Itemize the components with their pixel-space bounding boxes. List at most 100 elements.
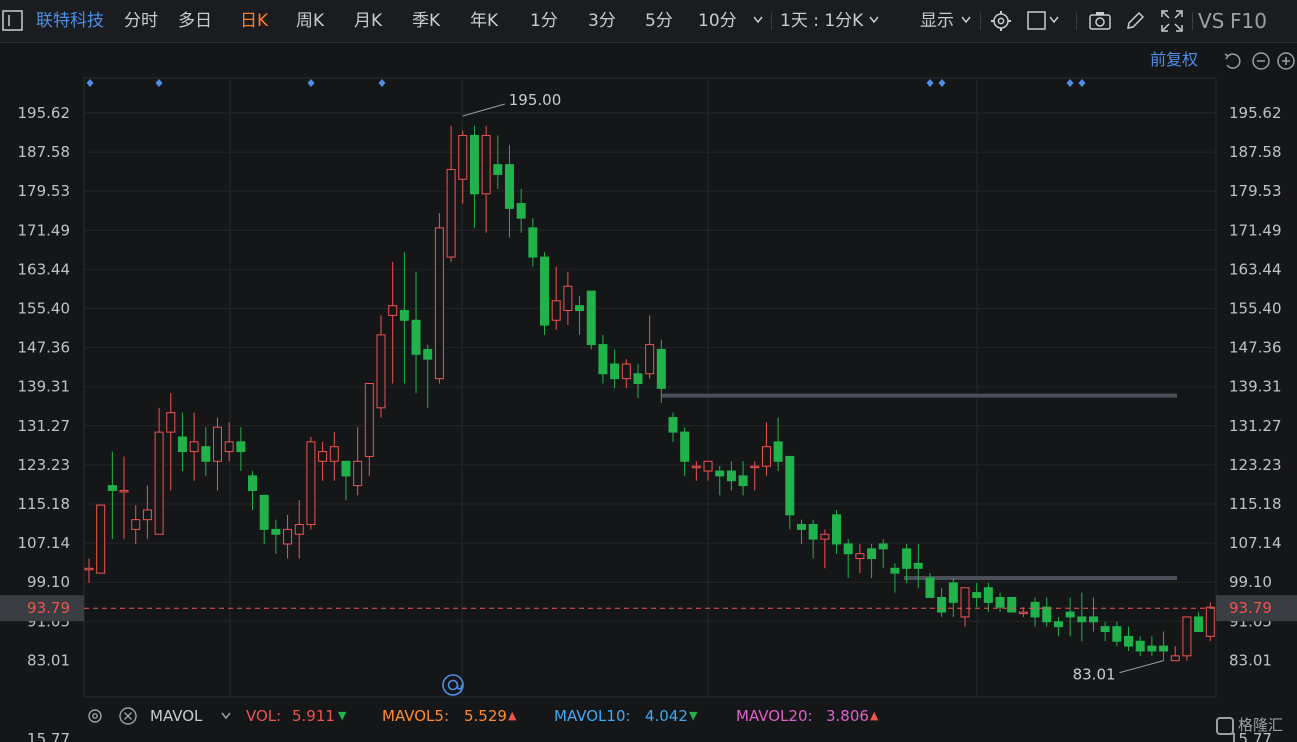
candle[interactable] [224,422,234,462]
candle[interactable] [867,543,877,579]
candle[interactable] [248,471,258,510]
candle[interactable] [283,514,293,559]
candle[interactable] [107,451,117,540]
f10-button[interactable]: F10 [1230,0,1267,42]
pencil-icon[interactable] [1124,10,1146,32]
candle[interactable] [785,455,795,530]
candle[interactable] [306,436,316,530]
candle[interactable] [271,519,281,554]
candle[interactable] [890,563,900,593]
candle[interactable] [1053,616,1063,637]
candle[interactable] [808,519,818,559]
candle[interactable] [972,582,982,608]
tab-daily-k[interactable]: 日K [240,0,268,42]
candle[interactable] [948,578,958,617]
candle[interactable] [575,295,585,335]
candle[interactable] [1088,597,1098,632]
gear-icon[interactable] [990,10,1012,32]
candle[interactable] [259,494,269,544]
candle[interactable] [142,485,152,540]
candle[interactable] [1042,597,1052,627]
candle[interactable] [855,543,865,574]
candle[interactable] [236,427,246,472]
candle[interactable] [131,505,141,544]
candle[interactable] [1135,636,1145,656]
event-marker-icon[interactable] [1078,79,1086,87]
candle[interactable] [341,460,351,501]
candle[interactable] [540,252,550,335]
candle[interactable] [645,315,655,379]
candle[interactable] [621,359,631,389]
candle[interactable] [294,500,304,559]
candle[interactable] [1170,646,1180,662]
candle[interactable] [119,456,129,540]
candle[interactable] [423,344,433,408]
candle[interactable] [995,592,1005,613]
candle[interactable] [318,441,328,481]
candle[interactable] [504,145,514,238]
candle[interactable] [528,218,538,267]
candle[interactable] [1159,631,1169,661]
event-marker-icon[interactable] [378,79,386,87]
candle[interactable] [446,125,456,262]
candle[interactable] [458,130,468,204]
candle[interactable] [1018,607,1028,617]
candle[interactable] [1147,636,1157,656]
candle[interactable] [177,412,187,472]
camera-icon[interactable] [1088,10,1112,32]
candle[interactable] [96,504,106,574]
candle[interactable] [353,427,363,496]
candle[interactable] [937,587,947,617]
checkbox-icon[interactable] [1026,10,1048,32]
adjust-mode-button[interactable]: 前复权 [1150,43,1198,77]
candle[interactable] [598,334,608,384]
candle[interactable] [773,417,783,472]
candle[interactable] [364,382,374,476]
event-marker-icon[interactable] [86,79,94,87]
indicator-select[interactable]: MAVOL [150,700,202,732]
chevron-down-icon[interactable] [960,15,972,27]
candle[interactable] [212,417,222,491]
candle[interactable] [913,543,923,588]
candle[interactable] [376,315,386,418]
stock-name[interactable]: 联特科技 [36,0,104,42]
tab-1min[interactable]: 1分 [530,0,558,42]
chevron-down-icon[interactable] [220,711,232,723]
vs-button[interactable]: VS [1198,0,1224,42]
candle[interactable] [551,266,561,330]
candle[interactable] [388,261,398,384]
event-marker-icon[interactable] [926,79,934,87]
candle[interactable] [610,349,620,389]
period-select[interactable]: 1天 : 1分K [780,0,863,42]
tab-quarterly-k[interactable]: 季K [412,0,440,42]
zoom-out-icon[interactable] [1251,51,1271,71]
candle[interactable] [703,460,713,481]
candle[interactable] [1124,626,1134,651]
tab-monthly-k[interactable]: 月K [354,0,382,42]
zoom-in-icon[interactable] [1276,51,1296,71]
candle[interactable] [820,529,830,569]
fullscreen-icon[interactable] [1160,9,1184,33]
chevron-down-icon[interactable] [752,15,764,27]
candle[interactable] [399,252,409,384]
tab-weekly-k[interactable]: 周K [296,0,324,42]
event-marker-icon[interactable] [1066,79,1074,87]
candle[interactable] [656,339,666,403]
candle[interactable] [1182,616,1192,661]
candle[interactable] [902,543,912,583]
candle[interactable] [166,393,176,491]
chevron-down-icon[interactable] [1048,15,1060,27]
event-at-icon[interactable] [441,673,465,697]
kline-chart[interactable]: 195.62 187.58 179.53 171.49 163.44 155.40 147.… [0,0,1297,742]
candle[interactable] [691,461,701,481]
candle[interactable] [832,509,842,554]
candle[interactable] [1030,597,1040,627]
candle[interactable] [960,587,970,627]
candle[interactable] [983,582,993,613]
candle[interactable] [1077,592,1087,642]
candle[interactable] [715,466,725,496]
reset-icon[interactable] [1222,51,1242,71]
candle[interactable] [761,422,771,476]
candle[interactable] [750,461,760,491]
candle[interactable] [738,461,748,496]
